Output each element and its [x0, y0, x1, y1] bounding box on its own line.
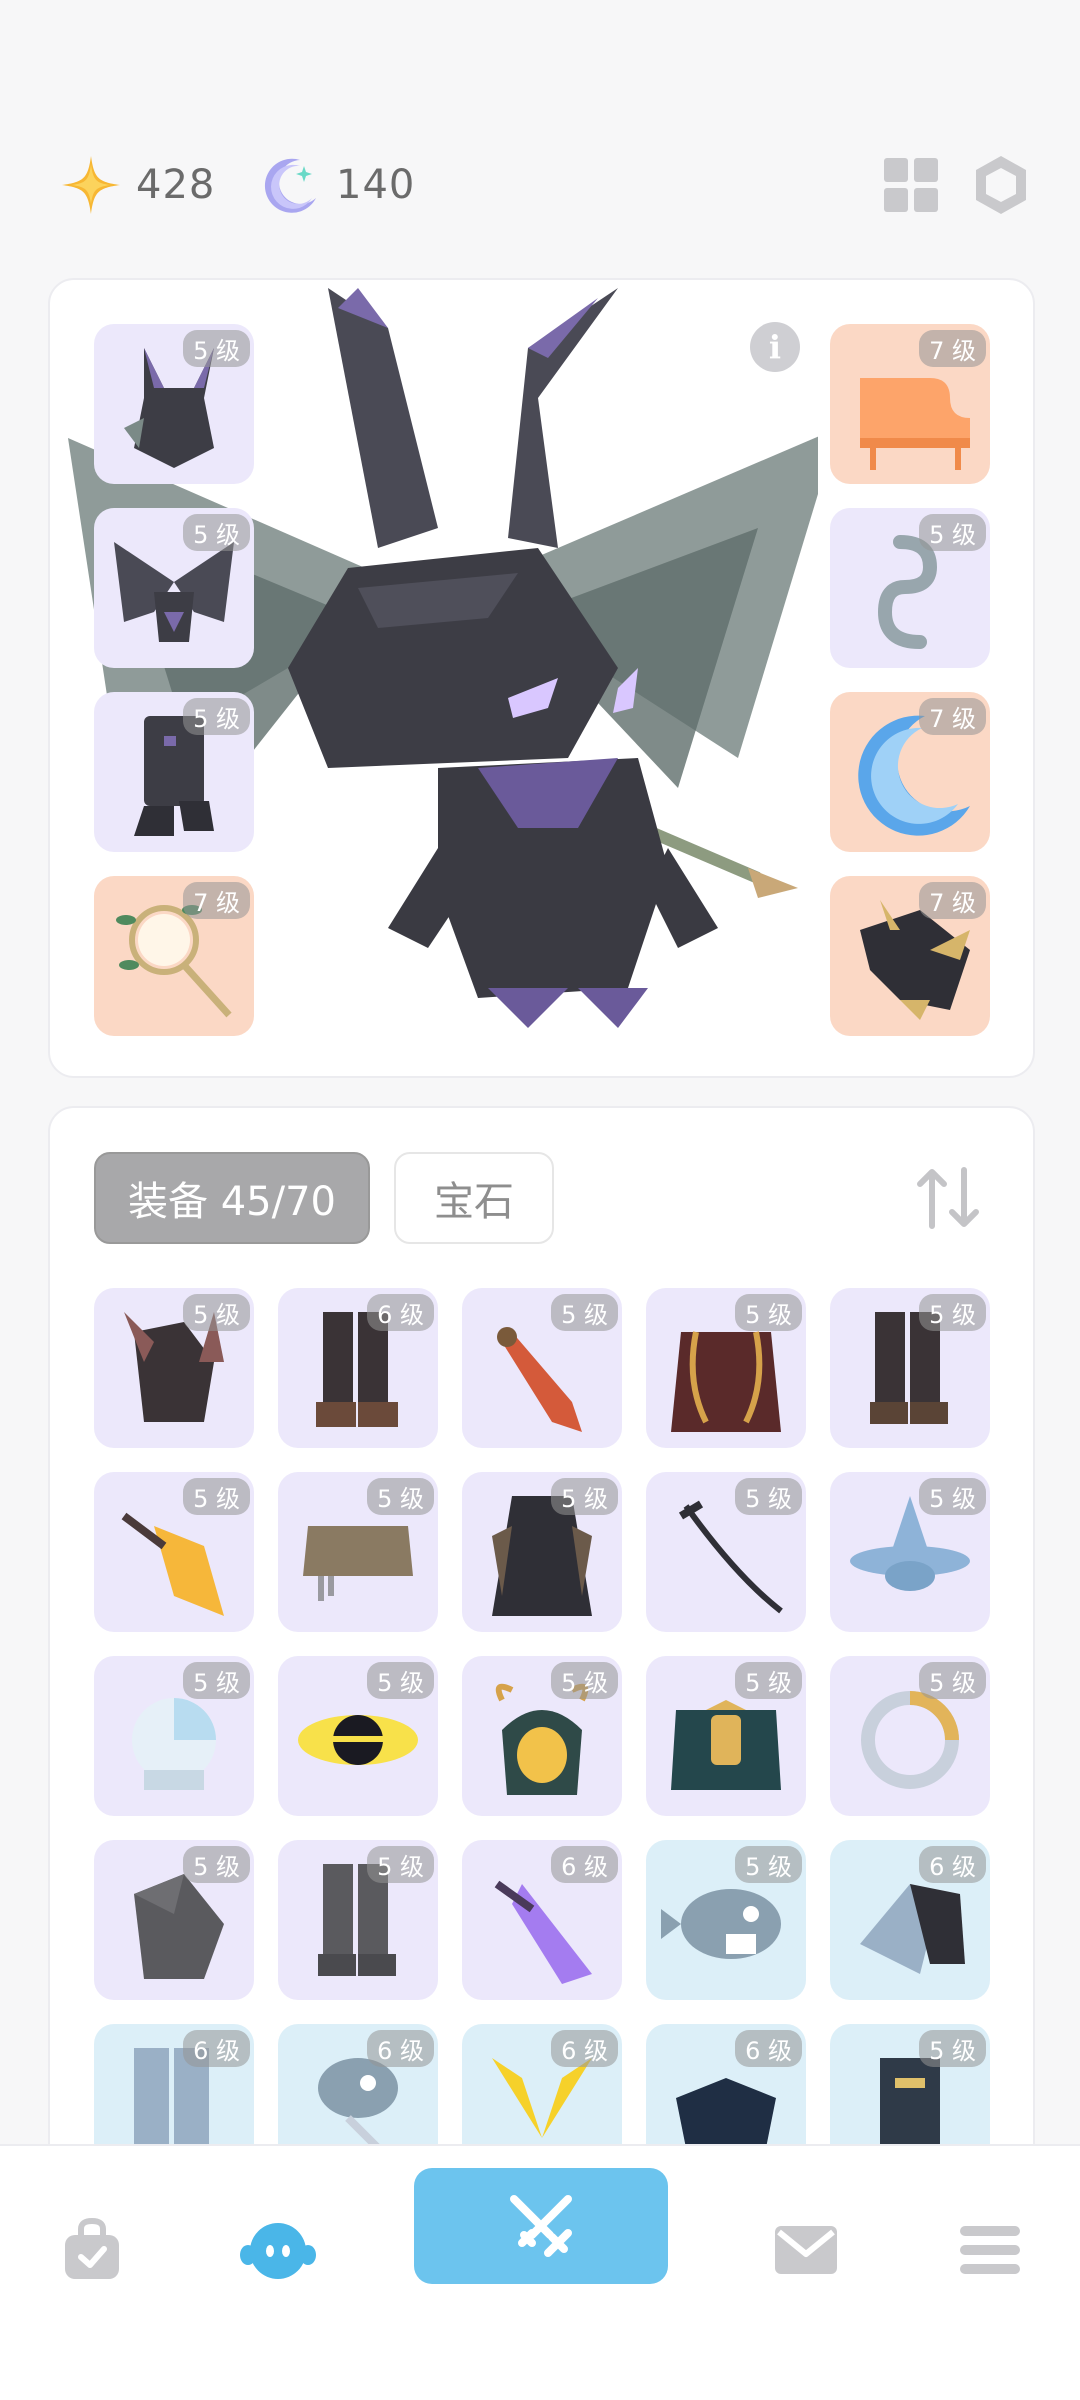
level-badge: 7 级	[919, 882, 986, 919]
level-badge: 5 级	[551, 1294, 618, 1331]
level-badge: 6 级	[735, 2030, 802, 2067]
level-badge: 5 级	[919, 514, 986, 551]
inventory-item[interactable]: 5 级	[94, 1472, 254, 1632]
inventory-item[interactable]: 5 级	[94, 1840, 254, 2000]
equip-slot-wings[interactable]: 5 级	[94, 508, 254, 668]
tab-equipment[interactable]: 装备 45/70	[94, 1152, 370, 1244]
inventory-item[interactable]: 6 级	[830, 1840, 990, 2000]
level-badge: 7 级	[919, 330, 986, 367]
character-card: i 5 级 5 级 5 级 7 级 7 级 5 级 7 级 7 级	[48, 278, 1035, 1078]
level-badge: 5 级	[183, 1294, 250, 1331]
level-badge: 5 级	[919, 1662, 986, 1699]
level-badge: 5 级	[183, 1662, 250, 1699]
star-icon	[62, 156, 120, 214]
menu-icon	[960, 2226, 1020, 2274]
moon-icon	[264, 158, 316, 213]
info-button[interactable]: i	[750, 322, 800, 372]
level-badge: 5 级	[183, 1478, 250, 1515]
moon-count: 140	[336, 162, 416, 208]
level-badge: 5 级	[735, 1294, 802, 1331]
level-badge: 5 级	[367, 1478, 434, 1515]
level-badge: 5 级	[735, 1478, 802, 1515]
level-badge: 5 级	[183, 1846, 250, 1883]
inventory-item[interactable]: 5 级	[646, 1656, 806, 1816]
inventory-item[interactable]: 5 级	[646, 1472, 806, 1632]
star-currency: 428	[60, 150, 215, 220]
level-badge: 5 级	[919, 2030, 986, 2067]
inventory-item[interactable]: 5 级	[646, 1840, 806, 2000]
equip-slot-boots[interactable]: 5 级	[94, 692, 254, 852]
nav-shop[interactable]	[32, 2190, 152, 2310]
level-badge: 5 级	[183, 698, 250, 735]
nav-menu[interactable]	[930, 2190, 1050, 2310]
battle-swords-icon	[510, 2195, 572, 2257]
level-badge: 7 级	[183, 882, 250, 919]
mail-icon	[775, 2226, 837, 2274]
equip-slot-accessory-2[interactable]: 5 级	[830, 508, 990, 668]
nav-battle[interactable]	[414, 2168, 668, 2284]
star-count: 428	[136, 162, 216, 208]
inventory-item[interactable]: 5 级	[462, 1472, 622, 1632]
level-badge: 6 级	[367, 2030, 434, 2067]
inventory-item[interactable]: 5 级	[278, 1656, 438, 1816]
bottom-nav	[0, 2144, 1080, 2400]
inventory-item[interactable]: 5 级	[830, 1288, 990, 1448]
inventory-item[interactable]: 5 级	[278, 1840, 438, 2000]
level-badge: 5 级	[919, 1294, 986, 1331]
inventory-item[interactable]: 5 级	[462, 1288, 622, 1448]
inventory-item[interactable]: 5 级	[462, 1656, 622, 1816]
level-badge: 5 级	[735, 1662, 802, 1699]
inventory-item[interactable]: 5 级	[278, 1472, 438, 1632]
inventory-item[interactable]: 6 级	[278, 1288, 438, 1448]
level-badge: 5 级	[735, 1846, 802, 1883]
level-badge: 5 级	[551, 1478, 618, 1515]
level-badge: 7 级	[919, 698, 986, 735]
inventory-item[interactable]: 5 级	[830, 1472, 990, 1632]
tab-gems[interactable]: 宝石	[394, 1152, 554, 1244]
grid-icon[interactable]	[880, 154, 942, 216]
level-badge: 6 级	[367, 1294, 434, 1331]
equip-slot-weapon[interactable]: 7 级	[94, 876, 254, 1036]
equip-slot-helmet[interactable]: 5 级	[94, 324, 254, 484]
character-icon	[240, 2223, 316, 2279]
moon-currency: 140	[260, 150, 415, 220]
inventory-item[interactable]: 5 级	[94, 1288, 254, 1448]
settings-hexagon-icon[interactable]	[970, 154, 1032, 216]
sort-icon[interactable]	[910, 1160, 986, 1236]
level-badge: 5 级	[367, 1662, 434, 1699]
level-badge: 6 级	[183, 2030, 250, 2067]
inventory-item[interactable]: 6 级	[462, 1840, 622, 2000]
inventory-item[interactable]: 5 级	[646, 1288, 806, 1448]
level-badge: 5 级	[551, 1662, 618, 1699]
level-badge: 6 级	[551, 1846, 618, 1883]
inventory-item[interactable]: 5 级	[94, 1656, 254, 1816]
level-badge: 5 级	[183, 330, 250, 367]
shop-bag-icon	[65, 2217, 119, 2279]
level-badge: 5 级	[919, 1478, 986, 1515]
inventory-item[interactable]: 5 级	[830, 1656, 990, 1816]
level-badge: 5 级	[367, 1846, 434, 1883]
equip-slot-accessory-1[interactable]: 7 级	[830, 324, 990, 484]
equip-slot-accessory-3[interactable]: 7 级	[830, 692, 990, 852]
nav-mail[interactable]	[746, 2190, 866, 2310]
level-badge: 5 级	[183, 514, 250, 551]
level-badge: 6 级	[919, 1846, 986, 1883]
equip-slot-pet[interactable]: 7 级	[830, 876, 990, 1036]
level-badge: 6 级	[551, 2030, 618, 2067]
nav-character[interactable]	[218, 2190, 338, 2310]
top-bar: 428 140	[0, 150, 1080, 220]
